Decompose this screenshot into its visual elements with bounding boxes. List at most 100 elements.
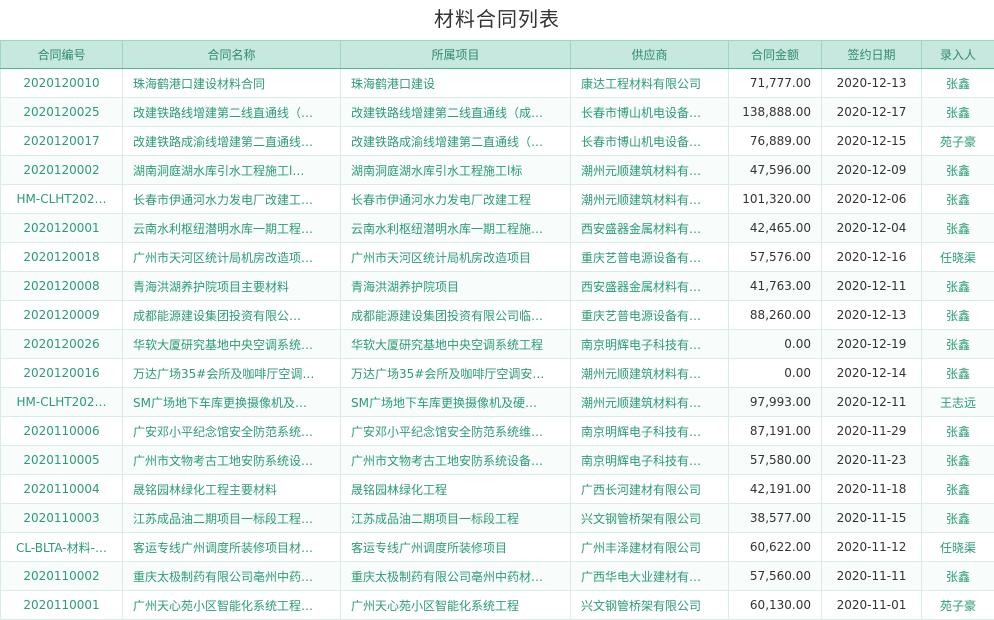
table-row[interactable]: 2020120001云南水利枢纽潜明水库一期工程…云南水利枢纽潜明水库一期工程施…: [1, 214, 994, 243]
project-cell[interactable]: 长春市伊通河水力发电厂改建工程: [341, 185, 571, 214]
contract-id-cell[interactable]: 2020120009: [1, 301, 123, 330]
contract-name-cell[interactable]: 改建铁路线增建第二线直通线（…: [123, 98, 341, 127]
table-row[interactable]: 2020120018广州市天河区统计局机房改造项…广州市天河区统计局机房改造项目…: [1, 243, 994, 272]
column-header-sign-date[interactable]: 签约日期: [822, 41, 922, 69]
supplier-cell[interactable]: 康达工程材料有限公司: [571, 69, 729, 98]
contract-id-cell[interactable]: 2020110004: [1, 475, 123, 504]
supplier-cell[interactable]: 南京明辉电子科技有…: [571, 330, 729, 359]
contract-id-cell[interactable]: 2020110006: [1, 417, 123, 446]
entered-by-cell[interactable]: 任晓渠: [922, 243, 994, 272]
project-cell[interactable]: 客运专线广州调度所装修项目: [341, 533, 571, 562]
contract-id-cell[interactable]: 2020120008: [1, 272, 123, 301]
supplier-cell[interactable]: 重庆艺普电源设备有…: [571, 243, 729, 272]
contract-id-cell[interactable]: HM-CLHT202…: [1, 185, 123, 214]
table-row[interactable]: 2020120017改建铁路成渝线增建第二直通线…改建铁路成渝线增建第二直通线（…: [1, 127, 994, 156]
contract-name-cell[interactable]: 珠海鹤港口建设材料合同: [123, 69, 341, 98]
table-row[interactable]: 2020120025改建铁路线增建第二线直通线（…改建铁路线增建第二线直通线（成…: [1, 98, 994, 127]
supplier-cell[interactable]: 广西长河建材有限公司: [571, 475, 729, 504]
project-cell[interactable]: 湖南洞庭湖水库引水工程施工l标: [341, 156, 571, 185]
project-cell[interactable]: 广州市文物考古工地安防系统设备…: [341, 446, 571, 475]
contract-name-cell[interactable]: 广安邓小平纪念馆安全防范系统…: [123, 417, 341, 446]
project-cell[interactable]: 江苏成品油二期项目一标段工程: [341, 504, 571, 533]
contract-id-cell[interactable]: 2020110003: [1, 504, 123, 533]
contract-id-cell[interactable]: 2020120017: [1, 127, 123, 156]
table-row[interactable]: 2020120016万达广场35#会所及咖啡厅空调…万达广场35#会所及咖啡厅空…: [1, 359, 994, 388]
project-cell[interactable]: 华软大厦研究基地中央空调系统工程: [341, 330, 571, 359]
project-cell[interactable]: 青海洪湖养护院项目: [341, 272, 571, 301]
table-row[interactable]: 2020110001广州天心苑小区智能化系统工程…广州天心苑小区智能化系统工程兴…: [1, 591, 994, 620]
supplier-cell[interactable]: 潮州元顺建筑材料有…: [571, 156, 729, 185]
table-row[interactable]: 2020110003江苏成品油二期项目一标段工程…江苏成品油二期项目一标段工程兴…: [1, 504, 994, 533]
entered-by-cell[interactable]: 苑子豪: [922, 127, 994, 156]
contract-name-cell[interactable]: 江苏成品油二期项目一标段工程…: [123, 504, 341, 533]
entered-by-cell[interactable]: 张鑫: [922, 446, 994, 475]
supplier-cell[interactable]: 南京明辉电子科技有…: [571, 446, 729, 475]
entered-by-cell[interactable]: 张鑫: [922, 475, 994, 504]
entered-by-cell[interactable]: 张鑫: [922, 359, 994, 388]
supplier-cell[interactable]: 西安盛器金属材料有…: [571, 272, 729, 301]
supplier-cell[interactable]: 长春市博山机电设备…: [571, 98, 729, 127]
supplier-cell[interactable]: 兴文钢管桥架有限公司: [571, 504, 729, 533]
entered-by-cell[interactable]: 王志远: [922, 388, 994, 417]
table-row[interactable]: 2020120008青海洪湖养护院项目主要材料青海洪湖养护院项目西安盛器金属材料…: [1, 272, 994, 301]
supplier-cell[interactable]: 西安盛器金属材料有…: [571, 214, 729, 243]
contract-id-cell[interactable]: 2020120001: [1, 214, 123, 243]
contract-name-cell[interactable]: 广州市天河区统计局机房改造项…: [123, 243, 341, 272]
supplier-cell[interactable]: 潮州元顺建筑材料有…: [571, 185, 729, 214]
contract-name-cell[interactable]: 广州天心苑小区智能化系统工程…: [123, 591, 341, 620]
contract-id-cell[interactable]: 2020120002: [1, 156, 123, 185]
project-cell[interactable]: 万达广场35#会所及咖啡厅空调安…: [341, 359, 571, 388]
contract-name-cell[interactable]: 客运专线广州调度所装修项目材…: [123, 533, 341, 562]
entered-by-cell[interactable]: 张鑫: [922, 214, 994, 243]
supplier-cell[interactable]: 广西华电大业建材有…: [571, 562, 729, 591]
contract-id-cell[interactable]: 2020120025: [1, 98, 123, 127]
column-header-entered-by[interactable]: 录入人: [922, 41, 994, 69]
contract-id-cell[interactable]: 2020120010: [1, 69, 123, 98]
contract-name-cell[interactable]: 青海洪湖养护院项目主要材料: [123, 272, 341, 301]
entered-by-cell[interactable]: 张鑫: [922, 98, 994, 127]
entered-by-cell[interactable]: 张鑫: [922, 301, 994, 330]
contract-name-cell[interactable]: 云南水利枢纽潜明水库一期工程…: [123, 214, 341, 243]
entered-by-cell[interactable]: 苑子豪: [922, 591, 994, 620]
contract-id-cell[interactable]: 2020110001: [1, 591, 123, 620]
contract-id-cell[interactable]: 2020120018: [1, 243, 123, 272]
contract-id-cell[interactable]: CL-BLTA-材料-…: [1, 533, 123, 562]
entered-by-cell[interactable]: 任晓渠: [922, 533, 994, 562]
project-cell[interactable]: 广州市天河区统计局机房改造项目: [341, 243, 571, 272]
contract-name-cell[interactable]: 华软大厦研究基地中央空调系统…: [123, 330, 341, 359]
table-row[interactable]: 2020120026华软大厦研究基地中央空调系统…华软大厦研究基地中央空调系统工…: [1, 330, 994, 359]
table-row[interactable]: 2020120010珠海鹤港口建设材料合同珠海鹤港口建设康达工程材料有限公司71…: [1, 69, 994, 98]
table-row[interactable]: 2020110002重庆太极制药有限公司亳州中药…重庆太极制药有限公司亳州中药材…: [1, 562, 994, 591]
entered-by-cell[interactable]: 张鑫: [922, 417, 994, 446]
contract-id-cell[interactable]: 2020110005: [1, 446, 123, 475]
contract-name-cell[interactable]: 重庆太极制药有限公司亳州中药…: [123, 562, 341, 591]
entered-by-cell[interactable]: 张鑫: [922, 69, 994, 98]
project-cell[interactable]: 珠海鹤港口建设: [341, 69, 571, 98]
entered-by-cell[interactable]: 张鑫: [922, 562, 994, 591]
supplier-cell[interactable]: 潮州元顺建筑材料有…: [571, 359, 729, 388]
contract-id-cell[interactable]: 2020110002: [1, 562, 123, 591]
entered-by-cell[interactable]: 张鑫: [922, 156, 994, 185]
supplier-cell[interactable]: 南京明辉电子科技有…: [571, 417, 729, 446]
supplier-cell[interactable]: 潮州元顺建筑材料有…: [571, 388, 729, 417]
project-cell[interactable]: 晟铭园林绿化工程: [341, 475, 571, 504]
project-cell[interactable]: 广州天心苑小区智能化系统工程: [341, 591, 571, 620]
contract-id-cell[interactable]: 2020120016: [1, 359, 123, 388]
supplier-cell[interactable]: 重庆艺普电源设备有…: [571, 301, 729, 330]
table-row[interactable]: 2020120009成都能源建设集团投资有限公…成都能源建设集团投资有限公司临……: [1, 301, 994, 330]
project-cell[interactable]: 云南水利枢纽潜明水库一期工程施…: [341, 214, 571, 243]
column-header-contract-name[interactable]: 合同名称: [123, 41, 341, 69]
table-row[interactable]: HM-CLHT202…SM广场地下车库更换摄像机及…SM广场地下车库更换摄像机及…: [1, 388, 994, 417]
project-cell[interactable]: SM广场地下车库更换摄像机及硬…: [341, 388, 571, 417]
contract-name-cell[interactable]: 成都能源建设集团投资有限公…: [123, 301, 341, 330]
project-cell[interactable]: 广安邓小平纪念馆安全防范系统维…: [341, 417, 571, 446]
table-row[interactable]: CL-BLTA-材料-…客运专线广州调度所装修项目材…客运专线广州调度所装修项目…: [1, 533, 994, 562]
contract-id-cell[interactable]: 2020120026: [1, 330, 123, 359]
supplier-cell[interactable]: 长春市博山机电设备…: [571, 127, 729, 156]
entered-by-cell[interactable]: 张鑫: [922, 330, 994, 359]
contract-name-cell[interactable]: 万达广场35#会所及咖啡厅空调…: [123, 359, 341, 388]
column-header-project[interactable]: 所属项目: [341, 41, 571, 69]
contract-name-cell[interactable]: 长春市伊通河水力发电厂改建工…: [123, 185, 341, 214]
contract-name-cell[interactable]: 广州市文物考古工地安防系统设…: [123, 446, 341, 475]
column-header-amount[interactable]: 合同金额: [729, 41, 822, 69]
